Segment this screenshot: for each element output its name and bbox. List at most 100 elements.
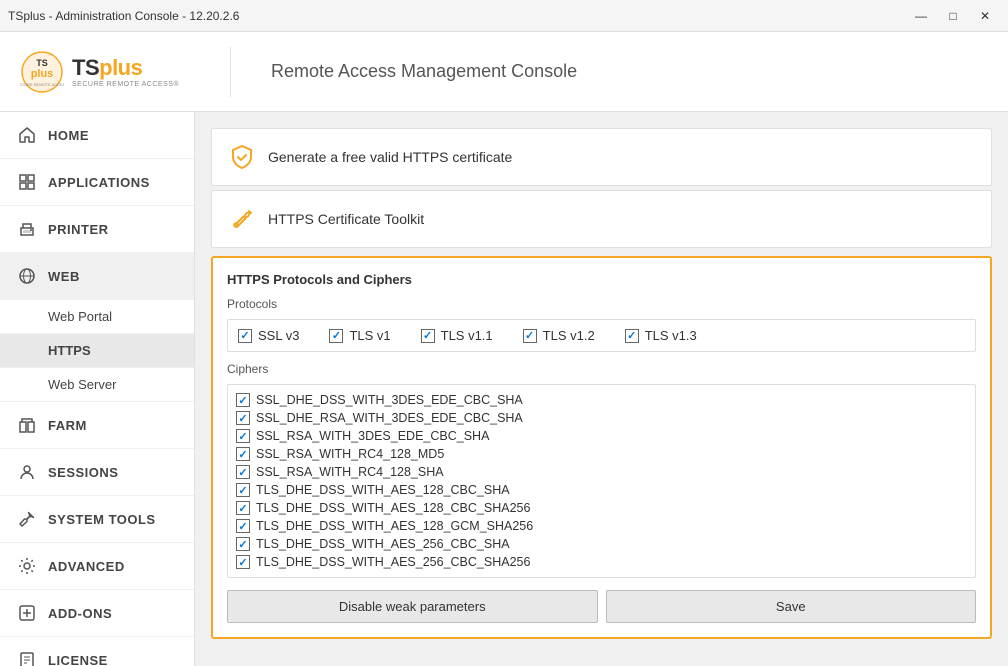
protocol-tls-v11[interactable]: TLS v1.1 (421, 328, 493, 343)
cipher-item-2[interactable]: SSL_DHE_RSA_WITH_3DES_EDE_CBC_SHA (236, 409, 967, 427)
cipher-7-checkbox[interactable] (236, 501, 250, 515)
cipher-4-label: SSL_RSA_WITH_RC4_128_MD5 (256, 447, 444, 461)
cipher-8-checkbox[interactable] (236, 519, 250, 533)
header-divider (230, 47, 231, 97)
protocol-tls-v1[interactable]: TLS v1 (329, 328, 390, 343)
ssl-v3-checkbox[interactable] (238, 329, 252, 343)
sidebar-label-system-tools: SYSTEM TOOLS (48, 512, 156, 527)
app-title: Remote Access Management Console (271, 61, 577, 82)
window-controls: — □ ✕ (906, 5, 1000, 27)
sidebar-item-home[interactable]: HOME (0, 112, 194, 159)
tls-v11-label: TLS v1.1 (441, 328, 493, 343)
cipher-9-checkbox[interactable] (236, 537, 250, 551)
ciphers-label: Ciphers (227, 362, 976, 376)
sidebar-item-applications[interactable]: APPLICATIONS (0, 159, 194, 206)
addons-icon (16, 602, 38, 624)
cipher-9-label: TLS_DHE_DSS_WITH_AES_256_CBC_SHA (256, 537, 510, 551)
cert-toolkit-label: HTTPS Certificate Toolkit (268, 211, 424, 227)
cipher-10-label: TLS_DHE_DSS_WITH_AES_256_CBC_SHA256 (256, 555, 530, 569)
disable-weak-button[interactable]: Disable weak parameters (227, 590, 598, 623)
cipher-item-8[interactable]: TLS_DHE_DSS_WITH_AES_128_GCM_SHA256 (236, 517, 967, 535)
cert-toolkit-row[interactable]: HTTPS Certificate Toolkit (211, 190, 992, 248)
close-button[interactable]: ✕ (970, 5, 1000, 27)
cipher-3-label: SSL_RSA_WITH_3DES_EDE_CBC_SHA (256, 429, 489, 443)
sidebar-item-sessions[interactable]: SESSIONS (0, 449, 194, 496)
cipher-5-label: SSL_RSA_WITH_RC4_128_SHA (256, 465, 444, 479)
generate-cert-row[interactable]: Generate a free valid HTTPS certificate (211, 128, 992, 186)
sidebar-label-web-server: Web Server (48, 377, 116, 392)
applications-icon (16, 171, 38, 193)
ciphers-list[interactable]: SSL_DHE_DSS_WITH_3DES_EDE_CBC_SHA SSL_DH… (228, 385, 975, 577)
cipher-item-1[interactable]: SSL_DHE_DSS_WITH_3DES_EDE_CBC_SHA (236, 391, 967, 409)
shield-icon (228, 143, 256, 171)
sidebar-item-web[interactable]: WEB (0, 253, 194, 300)
wrench-icon (228, 205, 256, 233)
ssl-v3-label: SSL v3 (258, 328, 299, 343)
tls-v13-label: TLS v1.3 (645, 328, 697, 343)
cipher-item-9[interactable]: TLS_DHE_DSS_WITH_AES_256_CBC_SHA (236, 535, 967, 553)
tls-v12-checkbox[interactable] (523, 329, 537, 343)
panel-title: HTTPS Protocols and Ciphers (227, 272, 976, 287)
protocol-tls-v12[interactable]: TLS v1.2 (523, 328, 595, 343)
cipher-item-10[interactable]: TLS_DHE_DSS_WITH_AES_256_CBC_SHA256 (236, 553, 967, 571)
logo-area: TS plus SECURE REMOTE ACCESS TS plus SEC… (20, 50, 210, 94)
cipher-1-label: SSL_DHE_DSS_WITH_3DES_EDE_CBC_SHA (256, 393, 523, 407)
title-bar: TSplus - Administration Console - 12.20.… (0, 0, 1008, 32)
cipher-5-checkbox[interactable] (236, 465, 250, 479)
svg-text:plus: plus (31, 68, 54, 80)
cipher-3-checkbox[interactable] (236, 429, 250, 443)
cipher-item-6[interactable]: TLS_DHE_DSS_WITH_AES_128_CBC_SHA (236, 481, 967, 499)
cipher-7-label: TLS_DHE_DSS_WITH_AES_128_CBC_SHA256 (256, 501, 530, 515)
maximize-button[interactable]: □ (938, 5, 968, 27)
sidebar-subitem-web-server[interactable]: Web Server (0, 368, 194, 402)
sidebar-label-sessions: SESSIONS (48, 465, 118, 480)
cipher-item-5[interactable]: SSL_RSA_WITH_RC4_128_SHA (236, 463, 967, 481)
tls-v1-checkbox[interactable] (329, 329, 343, 343)
cipher-item-4[interactable]: SSL_RSA_WITH_RC4_128_MD5 (236, 445, 967, 463)
ciphers-container: SSL_DHE_DSS_WITH_3DES_EDE_CBC_SHA SSL_DH… (227, 384, 976, 578)
protocol-ssl-v3[interactable]: SSL v3 (238, 328, 299, 343)
sessions-icon (16, 461, 38, 483)
sidebar-item-license[interactable]: LICENSE (0, 637, 194, 666)
sidebar-label-license: LICENSE (48, 653, 108, 666)
sidebar-subitem-web-portal[interactable]: Web Portal (0, 300, 194, 334)
license-icon (16, 649, 38, 666)
advanced-icon (16, 555, 38, 577)
sidebar-label-web: WEB (48, 269, 80, 284)
sidebar-item-system-tools[interactable]: SYSTEM TOOLS (0, 496, 194, 543)
home-icon (16, 124, 38, 146)
tls-v13-checkbox[interactable] (625, 329, 639, 343)
sidebar-item-farm[interactable]: FARM (0, 402, 194, 449)
cipher-8-label: TLS_DHE_DSS_WITH_AES_128_GCM_SHA256 (256, 519, 533, 533)
protocol-tls-v13[interactable]: TLS v1.3 (625, 328, 697, 343)
tls-v12-label: TLS v1.2 (543, 328, 595, 343)
cipher-6-label: TLS_DHE_DSS_WITH_AES_128_CBC_SHA (256, 483, 510, 497)
cipher-item-7[interactable]: TLS_DHE_DSS_WITH_AES_128_CBC_SHA256 (236, 499, 967, 517)
save-button[interactable]: Save (606, 590, 977, 623)
tls-v11-checkbox[interactable] (421, 329, 435, 343)
logo-plus: plus (99, 55, 142, 81)
svg-text:SECURE REMOTE ACCESS: SECURE REMOTE ACCESS (20, 82, 64, 87)
sidebar-label-web-portal: Web Portal (48, 309, 112, 324)
cipher-1-checkbox[interactable] (236, 393, 250, 407)
sidebar-label-printer: PRINTER (48, 222, 109, 237)
sidebar-label-add-ons: ADD-ONS (48, 606, 112, 621)
cipher-10-checkbox[interactable] (236, 555, 250, 569)
sidebar: HOME APPLICATIONS PRINTER WEB Web Portal… (0, 112, 195, 666)
tsplus-logo-icon: TS plus SECURE REMOTE ACCESS (20, 50, 64, 94)
cipher-item-3[interactable]: SSL_RSA_WITH_3DES_EDE_CBC_SHA (236, 427, 967, 445)
web-icon (16, 265, 38, 287)
sidebar-subitem-https[interactable]: HTTPS (0, 334, 194, 368)
cipher-4-checkbox[interactable] (236, 447, 250, 461)
minimize-button[interactable]: — (906, 5, 936, 27)
tools-icon (16, 508, 38, 530)
sidebar-item-advanced[interactable]: ADVANCED (0, 543, 194, 590)
cipher-6-checkbox[interactable] (236, 483, 250, 497)
window-title: TSplus - Administration Console - 12.20.… (8, 9, 239, 23)
cipher-2-label: SSL_DHE_RSA_WITH_3DES_EDE_CBC_SHA (256, 411, 523, 425)
protocols-row: SSL v3 TLS v1 TLS v1.1 TLS v1.2 TLS v1.3 (227, 319, 976, 352)
sidebar-item-printer[interactable]: PRINTER (0, 206, 194, 253)
sidebar-item-add-ons[interactable]: ADD-ONS (0, 590, 194, 637)
protocols-label: Protocols (227, 297, 976, 311)
cipher-2-checkbox[interactable] (236, 411, 250, 425)
